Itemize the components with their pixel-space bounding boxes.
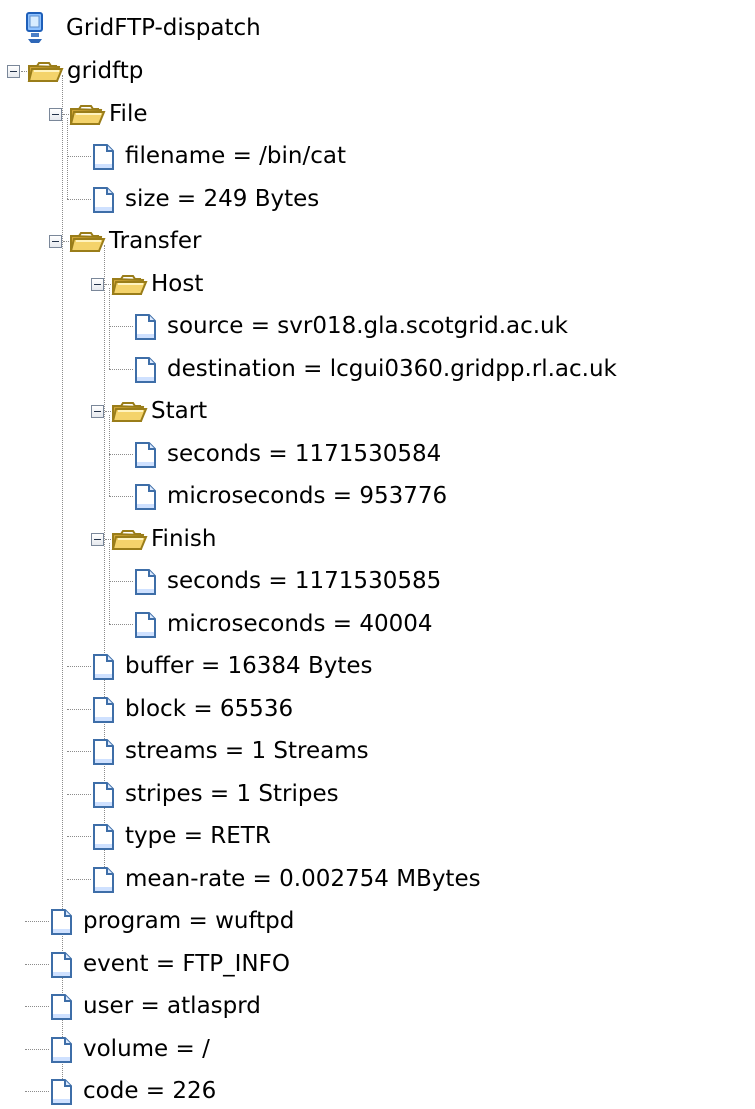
folder-open-icon [111,402,148,422]
folder-open-icon [111,529,148,550]
tree-leaf-label: destination = lcgui0360.gridpp.rl.ac.uk [167,355,617,382]
document-icon [135,356,156,383]
tree-leaf-node[interactable]: stripes = 1 Stripes [67,776,747,812]
tree-leaf-label: type = RETR [125,823,271,849]
tree-leaf-node[interactable]: buffer = 16384 Bytes [67,648,747,684]
document-icon [135,314,156,340]
tree-leaf-label: size = 249 Bytes [125,185,320,212]
tree-view: GridFTP-dispatch gridftp File filename = /… [0,0,755,1105]
tree-folder-node[interactable]: Finish [91,521,711,557]
tree-leaf-label: user = atlasprd [83,993,261,1019]
folder-open-icon [27,62,64,82]
document-icon [93,824,114,850]
tree-leaf-node[interactable]: volume = / [25,1031,705,1067]
folder-open-icon [111,274,148,295]
document-icon [93,186,114,213]
collapse-icon[interactable] [7,65,20,78]
tree-folder-node[interactable]: gridftp [7,53,627,89]
collapse-icon[interactable] [91,277,104,291]
root-label: GridFTP-dispatch [66,15,261,41]
document-icon [93,144,114,170]
document-icon [51,1079,72,1105]
document-icon [135,484,156,510]
tree-leaf-node[interactable]: program = wuftpd [25,903,705,939]
tree-leaf-label: stripes = 1 Stripes [125,780,339,807]
document-icon [51,951,72,978]
folder-open-icon [69,104,106,125]
document-icon [135,611,156,638]
tree-leaf-node[interactable]: type = RETR [67,818,747,854]
document-icon [93,739,114,765]
collapse-icon[interactable] [91,405,104,418]
computer-icon [26,12,43,43]
tree-leaf-label: seconds = 1171530584 [167,440,442,467]
tree-folder-label: Host [151,270,204,297]
folder-open-icon [69,232,106,252]
tree-leaf-label: microseconds = 40004 [167,610,433,637]
tree-leaf-label: microseconds = 953776 [167,483,448,509]
tree-folder-label: gridftp [67,58,144,84]
tree-leaf-label: seconds = 1171530585 [167,568,442,594]
tree-folder-node[interactable]: Host [91,266,711,302]
tree-leaf-label: code = 226 [83,1078,217,1104]
document-icon [135,569,156,595]
tree-leaf-node[interactable]: mean-rate = 0.002754 MBytes [67,861,747,897]
tree-leaf-node[interactable]: microseconds = 40004 [109,606,755,642]
collapse-icon[interactable] [49,235,62,248]
tree-leaf-node[interactable]: code = 226 [25,1073,705,1109]
tree-leaf-label: source = svr018.gla.scotgrid.ac.uk [167,313,568,339]
tree-leaf-label: buffer = 16384 Bytes [125,653,373,679]
tree-leaf-node[interactable]: size = 249 Bytes [67,181,747,217]
collapse-icon[interactable] [91,532,104,546]
tree-leaf-node[interactable]: source = svr018.gla.scotgrid.ac.uk [109,308,755,344]
document-icon [93,696,114,723]
document-icon [135,441,156,468]
tree-folder-node[interactable]: Transfer [49,223,669,259]
tree-leaf-label: program = wuftpd [83,908,295,934]
document-icon [51,994,72,1020]
document-icon [93,866,114,893]
tree-leaf-label: streams = 1 Streams [125,738,369,764]
document-icon [93,781,114,808]
tree-leaf-label: volume = / [83,1035,210,1062]
tree-leaf-label: filename = /bin/cat [125,143,346,169]
tree-folder-node[interactable]: Start [91,393,711,429]
tree-leaf-node[interactable]: microseconds = 953776 [109,478,755,514]
tree-leaf-node[interactable]: seconds = 1171530585 [109,563,755,599]
tree-folder-label: Finish [151,525,217,552]
tree-leaf-node[interactable]: streams = 1 Streams [67,733,747,769]
document-icon [51,909,72,935]
tree-folder-label: Transfer [109,228,202,254]
tree-folder-node[interactable]: File [49,96,669,132]
document-icon [93,654,114,680]
tree-folder-label: File [109,100,148,127]
tree-leaf-node[interactable]: destination = lcgui0360.gridpp.rl.ac.uk [109,351,755,387]
tree-root[interactable]: GridFTP-dispatch [24,10,324,46]
collapse-icon[interactable] [49,107,62,121]
tree-leaf-node[interactable]: filename = /bin/cat [67,138,747,174]
tree-folder-label: Start [151,398,208,424]
tree-leaf-node[interactable]: event = FTP_INFO [25,946,705,982]
document-icon [51,1036,72,1063]
tree-leaf-label: event = FTP_INFO [83,950,290,977]
tree-leaf-label: block = 65536 [125,695,294,722]
tree-leaf-node[interactable]: seconds = 1171530584 [109,436,755,472]
tree-leaf-node[interactable]: user = atlasprd [25,988,705,1024]
tree-leaf-node[interactable]: block = 65536 [67,691,747,727]
tree-leaf-label: mean-rate = 0.002754 MBytes [125,865,481,892]
